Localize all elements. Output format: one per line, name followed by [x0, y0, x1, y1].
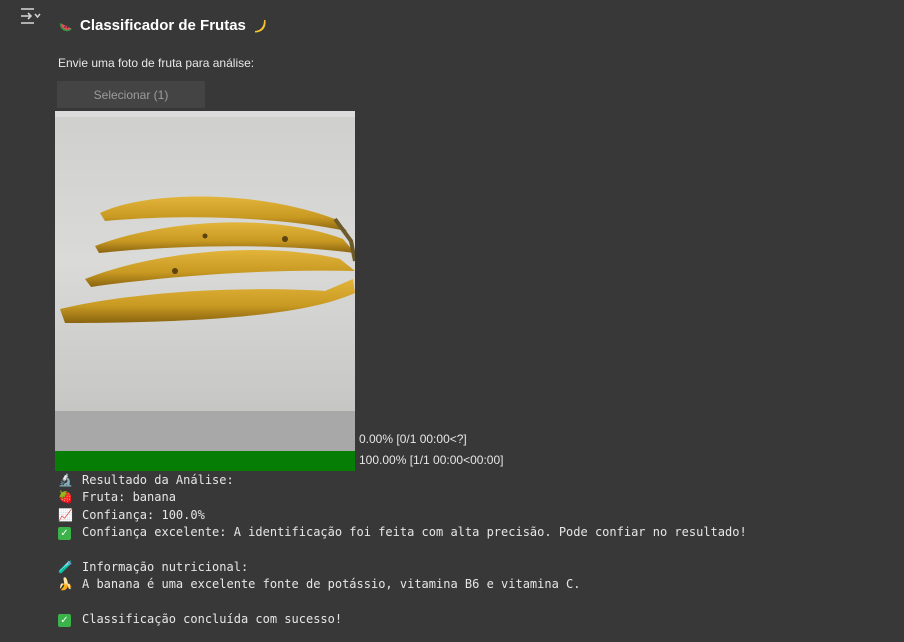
done-message: Classificação concluída com sucesso! — [82, 612, 343, 627]
microscope-icon: 🔬 — [58, 473, 73, 487]
result-heading-line: 🔬 Resultado da Análise: — [58, 472, 747, 489]
fruit-result: Fruta: banana — [82, 490, 176, 505]
banana-icon: 🍌 — [58, 577, 73, 592]
upload-prompt: Envie uma foto de fruta para análise: — [58, 56, 255, 70]
select-file-button[interactable]: Selecionar (1) — [57, 81, 205, 108]
page-title: Classificador de Frutas — [58, 17, 268, 34]
strawberry-icon: 🍓 — [58, 490, 73, 505]
progress-text-start: 0.00% [0/1 00:00<?] — [359, 432, 467, 446]
nutrition-heading-line: 🧪 Informação nutricional: — [58, 559, 747, 576]
progress-bar-start — [55, 431, 355, 451]
analysis-output: 🔬 Resultado da Análise: 🍓 Fruta: banana … — [58, 472, 747, 629]
watermelon-icon — [59, 22, 72, 31]
result-heading: Resultado da Análise: — [82, 473, 234, 487]
check-mark-icon: ✓ — [58, 527, 71, 541]
fruit-line: 🍓 Fruta: banana — [58, 489, 747, 506]
nutrition-heading: Informação nutricional: — [82, 559, 249, 574]
confidence-note-line: ✓ Confiança excelente: A identificação f… — [58, 524, 747, 541]
chart-increasing-icon: 📈 — [58, 507, 73, 522]
confidence-value: Confiança: 100.0% — [82, 507, 205, 522]
toggle-output-icon[interactable] — [19, 6, 41, 26]
done-line: ✓ Classificação concluída com sucesso! — [58, 611, 747, 628]
banana-photo — [55, 111, 355, 451]
progress-text-complete: 100.00% [1/1 00:00<00:00] — [359, 453, 504, 467]
progress-bar-complete — [55, 451, 355, 471]
check-mark-icon: ✓ — [58, 614, 71, 628]
title-text: Classificador de Frutas — [80, 17, 246, 34]
confidence-note: Confiança excelente: A identificação foi… — [82, 525, 747, 540]
confidence-line: 📈 Confiança: 100.0% — [58, 507, 747, 524]
nutrition-text: A banana é uma excelente fonte de potáss… — [82, 577, 581, 592]
banana-icon — [254, 19, 266, 32]
nutrition-line: 🍌 A banana é uma excelente fonte de potá… — [58, 576, 747, 593]
test-tube-icon: 🧪 — [58, 559, 73, 574]
